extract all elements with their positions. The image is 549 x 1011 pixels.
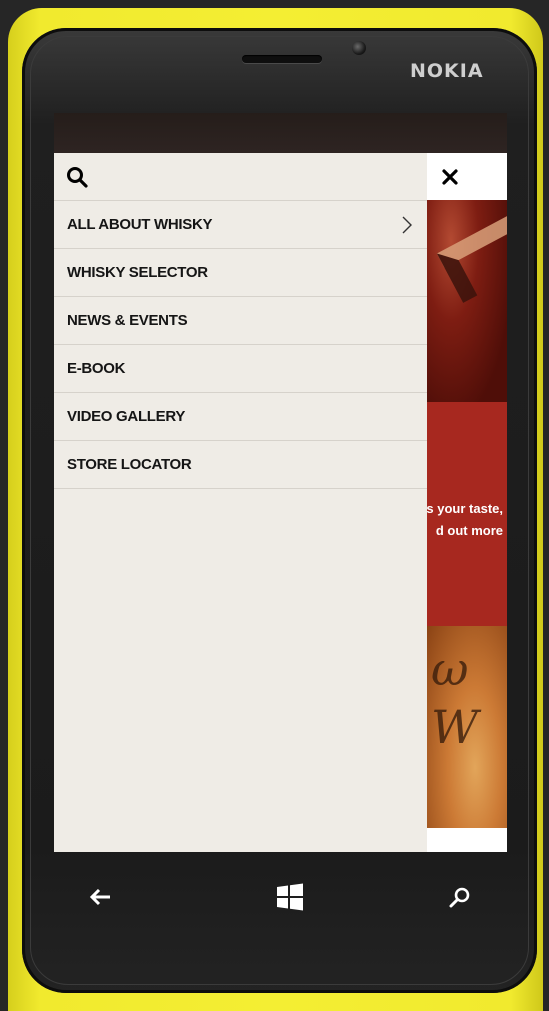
menu-item-label: ALL ABOUT WHISKY	[67, 216, 213, 233]
close-menu-button[interactable]	[427, 153, 507, 200]
brand-logo: NOKIA	[410, 60, 484, 82]
search-icon	[449, 887, 470, 908]
page-footer-strip	[427, 828, 507, 852]
status-bar	[54, 113, 507, 153]
phone-screen: s your taste, d out more ωW ALL ABOUT WH…	[54, 113, 507, 852]
search-button[interactable]	[54, 153, 427, 201]
menu-list: ALL ABOUT WHISKY WHISKY SELECTOR NEWS & EV…	[54, 201, 427, 489]
menu-item-whisky-selector[interactable]: WHISKY SELECTOR	[54, 249, 427, 297]
close-icon	[442, 168, 458, 185]
menu-item-e-book[interactable]: E-BOOK	[54, 345, 427, 393]
menu-item-label: NEWS & EVENTS	[67, 312, 188, 329]
menu-item-all-about-whisky[interactable]: ALL ABOUT WHISKY	[54, 201, 427, 249]
search-hardware-button[interactable]	[440, 880, 480, 914]
menu-item-news-events[interactable]: NEWS & EVENTS	[54, 297, 427, 345]
navigation-drawer: ALL ABOUT WHISKY WHISKY SELECTOR NEWS & EV…	[54, 153, 427, 852]
back-arrow-icon	[89, 888, 110, 906]
menu-item-store-locator[interactable]: STORE LOCATOR	[54, 441, 427, 489]
chevron-right-icon	[402, 216, 412, 234]
start-button[interactable]	[270, 880, 310, 914]
earpiece-speaker	[242, 55, 322, 63]
navigation-bar	[54, 852, 507, 942]
hero-image	[427, 200, 507, 402]
front-camera	[352, 41, 366, 55]
back-button[interactable]	[80, 880, 120, 914]
windows-start-icon	[277, 883, 303, 911]
handwriting-image: ωW	[427, 626, 507, 828]
menu-item-label: VIDEO GALLERY	[67, 408, 186, 425]
menu-item-label: STORE LOCATOR	[67, 456, 192, 473]
menu-item-label: WHISKY SELECTOR	[67, 264, 208, 281]
search-icon	[67, 166, 88, 188]
promo-panel: s your taste, d out more	[426, 402, 507, 626]
menu-item-label: E-BOOK	[67, 360, 126, 377]
menu-item-video-gallery[interactable]: VIDEO GALLERY	[54, 393, 427, 441]
